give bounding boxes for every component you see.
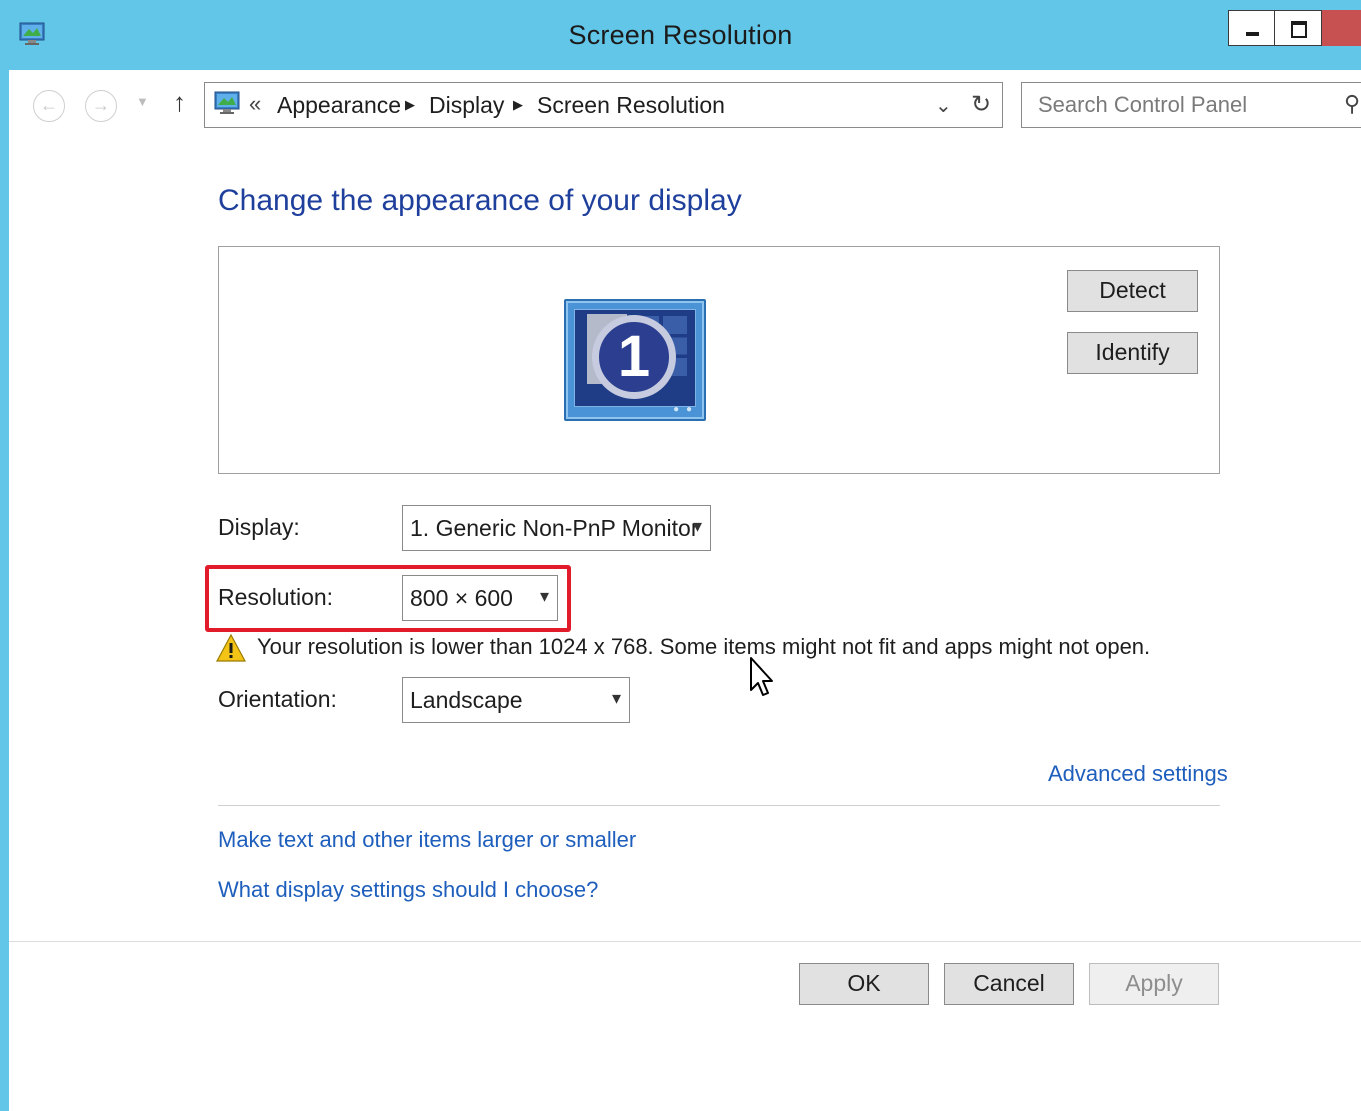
- text-size-link[interactable]: Make text and other items larger or smal…: [218, 827, 636, 853]
- address-bar[interactable]: « Appearance ▶ Display ▶ Screen Resoluti…: [204, 82, 1003, 128]
- display-select[interactable]: 1. Generic Non-PnP Monitor ▾: [402, 505, 711, 551]
- breadcrumb-appearance[interactable]: Appearance: [277, 92, 401, 119]
- search-input[interactable]: Search Control Panel ⚲: [1021, 82, 1361, 128]
- display-select-value: 1. Generic Non-PnP Monitor: [410, 515, 699, 541]
- mouse-cursor-icon: [750, 657, 773, 696]
- ok-button[interactable]: OK: [799, 963, 929, 1005]
- display-settings-help-link[interactable]: What display settings should I choose?: [218, 877, 598, 903]
- advanced-settings-link[interactable]: Advanced settings: [1048, 761, 1228, 787]
- search-placeholder: Search Control Panel: [1038, 92, 1248, 117]
- maximize-button[interactable]: [1274, 10, 1322, 46]
- close-button[interactable]: [1322, 10, 1361, 46]
- resolution-label: Resolution:: [218, 584, 334, 610]
- address-dropdown-icon[interactable]: ⌄: [935, 93, 952, 118]
- window-left-border: [0, 0, 9, 1111]
- chevron-down-icon: ▾: [611, 688, 621, 708]
- warning-icon: [216, 633, 246, 662]
- monitor-1-icon[interactable]: 1 ● ●: [564, 299, 706, 421]
- recent-locations-chevron-icon[interactable]: ▼: [136, 94, 149, 109]
- orientation-label: Orientation:: [218, 686, 337, 712]
- orientation-select[interactable]: Landscape ▾: [402, 677, 630, 723]
- apply-button[interactable]: Apply: [1089, 963, 1219, 1005]
- refresh-icon[interactable]: ↻: [971, 90, 991, 119]
- orientation-select-value: Landscape: [410, 687, 523, 713]
- footer-divider: [9, 941, 1361, 942]
- page-title: Change the appearance of your display: [218, 184, 742, 217]
- display-control-panel-icon: [214, 91, 240, 114]
- monitor-number-badge: 1: [592, 315, 676, 399]
- section-divider: [218, 805, 1220, 806]
- title-bar[interactable]: Screen Resolution: [0, 0, 1361, 70]
- window-title: Screen Resolution: [568, 20, 793, 50]
- breadcrumb-overflow-icon[interactable]: «: [249, 91, 261, 117]
- forward-arrow-icon: →: [92, 95, 110, 115]
- resolution-select[interactable]: 800 × 600 ▾: [402, 575, 558, 621]
- chevron-down-icon: ▾: [692, 516, 702, 536]
- detect-button[interactable]: Detect: [1067, 270, 1198, 312]
- minimize-button[interactable]: [1228, 10, 1274, 46]
- breadcrumb-display[interactable]: Display: [429, 92, 504, 119]
- breadcrumb-separator-icon[interactable]: ▶: [513, 97, 523, 113]
- back-button[interactable]: ←: [33, 90, 65, 122]
- breadcrumb-separator-icon[interactable]: ▶: [405, 97, 415, 113]
- up-arrow-icon[interactable]: ↑: [173, 87, 186, 118]
- cancel-button[interactable]: Cancel: [944, 963, 1074, 1005]
- breadcrumb-screen-resolution[interactable]: Screen Resolution: [537, 92, 725, 119]
- resolution-select-value: 800 × 600: [410, 585, 513, 611]
- display-label: Display:: [218, 514, 300, 540]
- monitor-dots: ● ●: [673, 404, 694, 415]
- maximize-icon: [1291, 21, 1307, 38]
- chevron-down-icon: ▾: [539, 586, 549, 606]
- back-arrow-icon: ←: [40, 95, 58, 115]
- minimize-icon: [1246, 32, 1259, 36]
- identify-button[interactable]: Identify: [1067, 332, 1198, 374]
- monitor-preview-panel: 1 ● ● Detect Identify: [218, 246, 1220, 474]
- forward-button[interactable]: →: [85, 90, 117, 122]
- navigation-bar: ← → ▼ ↑ « Appearance ▶ Display ▶ Screen …: [9, 70, 1361, 140]
- resolution-warning-text: Your resolution is lower than 1024 x 768…: [257, 634, 1151, 659]
- search-icon[interactable]: ⚲: [1344, 91, 1360, 117]
